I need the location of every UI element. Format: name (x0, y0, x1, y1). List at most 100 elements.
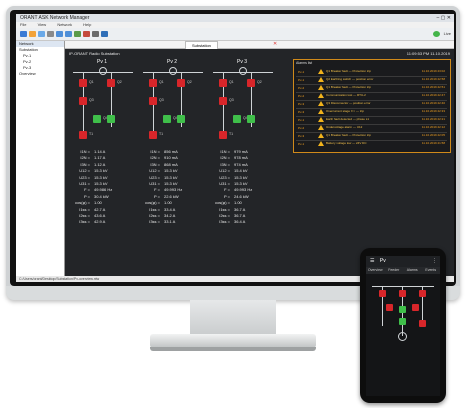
refresh-icon[interactable] (74, 31, 81, 37)
warning-icon (318, 69, 324, 74)
device-label: Q2 (117, 80, 122, 84)
tab-close-icon[interactable]: ✕ (273, 41, 277, 48)
menu-network[interactable]: Network (57, 22, 72, 27)
desktop-screen: ORANT ASK Network Manager – ▢ ✕ File Vie… (16, 14, 454, 282)
measurements-pv2: I1N = 856 mA I2N = 910 mA I3N = 868 mA U12 … (141, 149, 182, 226)
device-label: T1 (229, 132, 234, 136)
window-controls-icon[interactable]: – ▢ ✕ (437, 14, 451, 22)
breaker-q1[interactable] (149, 79, 157, 87)
open-icon[interactable] (20, 31, 27, 37)
warning-icon (318, 133, 324, 138)
measurement-row: I3ss = 33.1 A (149, 219, 176, 225)
breaker-q1[interactable] (219, 79, 227, 87)
menu-help[interactable]: Help (83, 22, 91, 27)
transformer-icon (169, 67, 177, 75)
zoom-in-icon[interactable] (56, 31, 63, 37)
breaker-q3[interactable] (219, 97, 227, 105)
breaker-q3[interactable] (149, 97, 157, 105)
feeder-title: Pv 1 (97, 59, 108, 65)
mobile-app-screen: ☰ Pv ⋮ Overview Feeder Alarms Events (366, 256, 440, 396)
mobile-breaker-open[interactable] (399, 306, 406, 313)
device-label: Q1 (159, 80, 164, 84)
mobile-tab-overview[interactable]: Overview (366, 267, 385, 274)
breaker-q3[interactable] (79, 97, 87, 105)
workspace-title: IP-ORANT Radio Substation (69, 51, 120, 56)
feeder-pv3: Pv 3 Q1 Q2 Q3 Q4 T1 I1N = 979 mA I2N = 978… (209, 59, 279, 259)
mobile-tabs: Overview Feeder Alarms Events (366, 267, 440, 274)
network-icon[interactable] (101, 31, 108, 37)
monitor-stand-base-edge (150, 347, 316, 351)
breaker-q2[interactable] (107, 79, 115, 87)
measurements-pv3: I1N = 979 mA I2N = 978 mA I3N = 974 mA U12 … (211, 149, 252, 226)
measurement-row: I3ss = 42.9 A (79, 219, 106, 225)
tab-substation[interactable]: Substation (185, 41, 218, 49)
mobile-breaker[interactable] (386, 304, 393, 311)
menu-file[interactable]: File (20, 22, 26, 27)
warning-icon (318, 141, 324, 146)
alarm-row[interactable]: Pv-1 Battery voltage low — 24V DC 11.10.20… (296, 140, 447, 148)
window-titlebar: ORANT ASK Network Manager – ▢ ✕ (16, 14, 454, 22)
breaker-green[interactable] (247, 115, 255, 123)
mobile-breaker[interactable] (379, 290, 386, 297)
breaker-green[interactable] (177, 115, 185, 123)
device-label: T1 (89, 132, 94, 136)
breaker-q4[interactable] (233, 115, 241, 123)
mobile-breaker[interactable] (412, 304, 419, 311)
transformer-icon (239, 67, 247, 75)
breaker-q1[interactable] (79, 79, 87, 87)
feeder-title: Pv 2 (167, 59, 178, 65)
mobile-tab-feeder[interactable]: Feeder (385, 267, 404, 274)
alarms-panel: Alarms list Pv-1 Q1 Breaker fault — Prote… (293, 59, 451, 153)
breaker-t1[interactable] (219, 131, 227, 139)
feeder-title: Pv 3 (237, 59, 248, 65)
mobile-app-bar: ☰ Pv ⋮ (366, 256, 440, 267)
window-title: ORANT ASK Network Manager (20, 15, 90, 21)
settings-icon[interactable] (92, 31, 99, 37)
save-icon[interactable] (38, 31, 45, 37)
device-label: T1 (159, 132, 164, 136)
breaker-q4[interactable] (93, 115, 101, 123)
mobile-breaker[interactable] (399, 290, 406, 297)
mobile-menu-icon[interactable]: ☰ (370, 258, 374, 264)
device-label: Q2 (187, 80, 192, 84)
device-label: Q1 (89, 80, 94, 84)
mobile-breaker[interactable] (419, 320, 426, 327)
mobile-tab-alarms[interactable]: Alarms (403, 267, 422, 274)
device-label: Q2 (257, 80, 262, 84)
mobile-breaker[interactable] (419, 290, 426, 297)
breaker-q2[interactable] (177, 79, 185, 87)
feeder-pv2: Pv 2 Q1 Q2 Q3 Q4 T1 I1N = 856 mA I2N = 910… (139, 59, 209, 259)
zoom-out-icon[interactable] (65, 31, 72, 37)
device-label: Q1 (229, 80, 234, 84)
folder-icon[interactable] (29, 31, 36, 37)
device-label: Q3 (89, 98, 94, 102)
warning-icon (318, 109, 324, 114)
sidebar-item-overview[interactable]: Overview (16, 71, 64, 77)
breaker-t1[interactable] (149, 131, 157, 139)
mobile-breaker-open[interactable] (399, 318, 406, 325)
monitor-stand-neck (190, 300, 276, 336)
live-status-icon (433, 31, 440, 37)
mobile-diagram (372, 280, 434, 360)
warning-icon (318, 117, 324, 122)
monitor-stand-base (150, 334, 316, 348)
mobile-more-icon[interactable]: ⋮ (432, 256, 437, 267)
transformer-icon (99, 67, 107, 75)
mobile-title: Pv (379, 258, 386, 264)
breaker-q4[interactable] (163, 115, 171, 123)
mobile-tab-events[interactable]: Events (422, 267, 441, 274)
print-icon[interactable] (47, 31, 54, 37)
workspace-timestamp: 11:09:53 PM 11.10.2019 (406, 51, 450, 56)
warning-icon (318, 77, 324, 82)
breaker-t1[interactable] (79, 131, 87, 139)
warning-icon (318, 85, 324, 90)
feeder-pv1: Pv 1 Q1 Q2 Q3 Q4 T1 I1N = 1.14 A I2N = 1.1… (69, 59, 139, 259)
warning-icon (318, 93, 324, 98)
device-label: Q3 (159, 98, 164, 102)
stop-icon[interactable] (83, 31, 90, 37)
menu-view[interactable]: View (38, 22, 47, 27)
breaker-green[interactable] (107, 115, 115, 123)
warning-icon (318, 101, 324, 106)
breaker-q2[interactable] (247, 79, 255, 87)
tab-bar: Substation ✕ (65, 41, 454, 49)
